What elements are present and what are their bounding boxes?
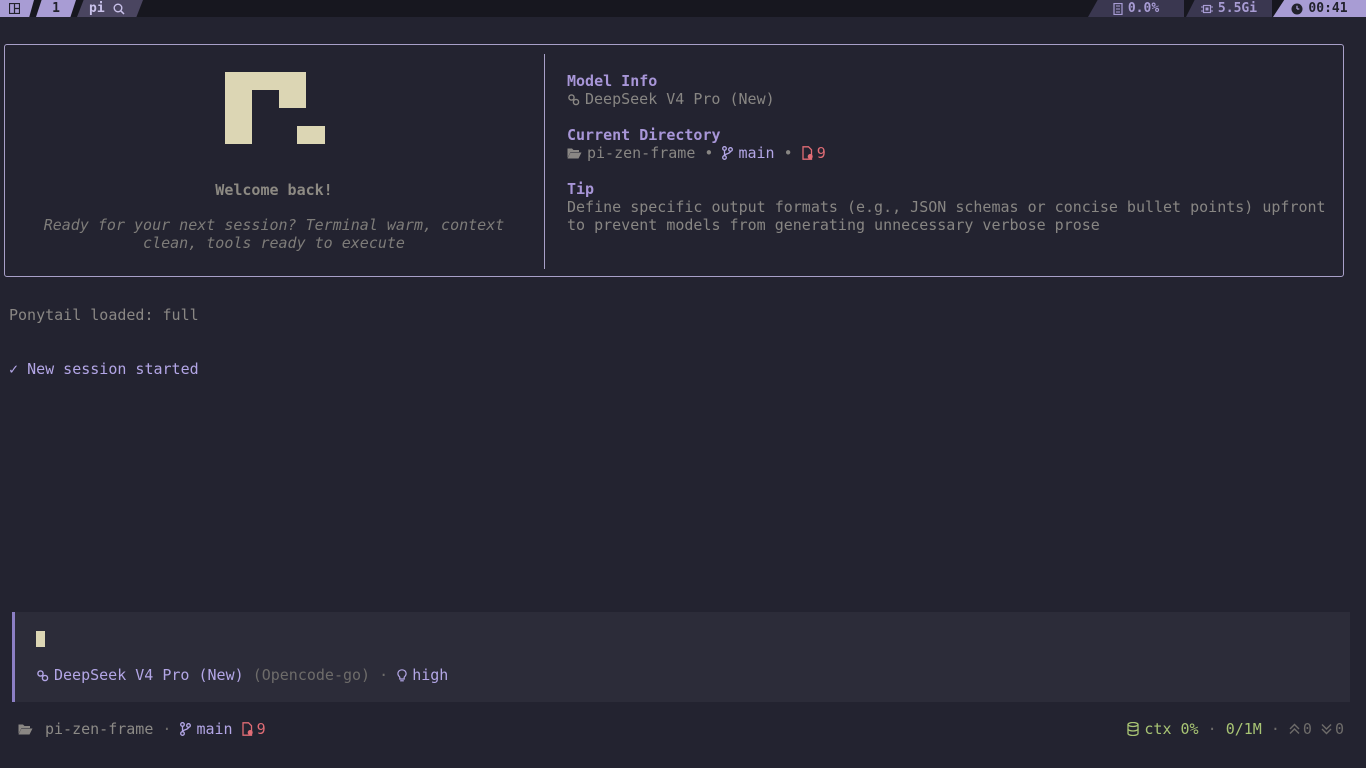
current-directory-row: pi-zen-frame • main • 9	[567, 144, 1337, 162]
tip-heading: Tip	[567, 180, 595, 198]
up-count: 0	[1302, 720, 1312, 738]
tip-line-2: to prevent models from generating unnece…	[567, 216, 1100, 234]
input-model-line: DeepSeek V4 Pro (New) (Opencode-go) · hi…	[36, 666, 448, 684]
memory-value: 5.5Gi	[1217, 1, 1258, 16]
chevrons-up-icon	[1289, 723, 1300, 734]
search-icon	[113, 3, 125, 15]
memory-indicator: 5.5Gi	[1186, 0, 1272, 17]
chevrons-down-icon	[1321, 724, 1332, 735]
session-started-line: ✓ New session started	[9, 360, 199, 378]
tmux-status-bar: 1 pi 0.0% 5.5Gi 00:41	[0, 0, 1366, 17]
gears-icon	[37, 669, 49, 681]
pi-logo	[225, 72, 325, 144]
ctx-usage: ctx 0%	[1144, 720, 1199, 738]
database-icon	[1127, 722, 1140, 736]
window-index-tab[interactable]: 1	[36, 0, 76, 17]
git-branch-icon	[722, 146, 734, 160]
prompt-input[interactable]: DeepSeek V4 Pro (New) (Opencode-go) · hi…	[12, 612, 1350, 702]
footer-separator-3: ·	[1270, 720, 1280, 738]
cpu-value: 0.0%	[1127, 1, 1160, 16]
clock-icon	[1291, 3, 1303, 14]
footer-directory: pi-zen-frame	[45, 720, 154, 738]
gears-icon	[568, 93, 580, 105]
cpu-indicator: 0.0%	[1088, 0, 1184, 17]
model-info-heading: Model Info	[567, 72, 658, 90]
footer-right: ctx 0% · 0/1M · 0 0	[1127, 720, 1344, 738]
file-diff-icon	[241, 722, 253, 736]
lightbulb-icon	[397, 668, 407, 681]
footer-branch: main	[196, 720, 233, 738]
clock-value: 00:41	[1308, 1, 1348, 16]
current-directory-heading: Current Directory	[567, 126, 721, 144]
changes-count: 9	[816, 144, 826, 162]
dir-separator-1: •	[704, 144, 714, 162]
file-diff-icon	[802, 146, 813, 160]
thinking-level: high	[412, 666, 449, 684]
git-branch-icon	[180, 722, 192, 736]
session-started-text: New session started	[27, 360, 199, 378]
welcome-tagline: Ready for your next session? Terminal wa…	[25, 216, 523, 252]
clock-indicator: 00:41	[1273, 0, 1366, 17]
welcome-title: Welcome back!	[215, 181, 333, 199]
dir-separator-2: •	[783, 144, 793, 162]
info-section: Model Info DeepSeek V4 Pro (New) Current…	[567, 72, 1337, 234]
input-model-name: DeepSeek V4 Pro (New)	[54, 666, 244, 684]
tip-line-1: Define specific output formats (e.g., JS…	[567, 198, 1326, 216]
footer-left: pi-zen-frame · main 9	[18, 720, 266, 738]
folder-open-icon	[567, 148, 582, 159]
folder-open-icon	[18, 724, 33, 735]
input-separator: ·	[379, 666, 389, 684]
ponytail-status: Ponytail loaded: full	[9, 306, 199, 324]
token-usage: 0/1M	[1225, 720, 1262, 738]
tagline-line-1: Ready for your next session? Terminal wa…	[43, 216, 505, 234]
directory-name: pi-zen-frame	[587, 144, 696, 162]
check-icon: ✓	[9, 360, 19, 378]
footer-separator: ·	[162, 720, 172, 738]
model-info-row: DeepSeek V4 Pro (New)	[567, 90, 1337, 108]
down-count: 0	[1334, 720, 1344, 738]
panel-divider	[544, 54, 545, 269]
window-name: pi	[89, 1, 105, 16]
welcome-panel: Welcome back! Ready for your next sessio…	[4, 44, 1344, 277]
layout-toggle[interactable]	[0, 0, 34, 17]
chip-icon	[1200, 4, 1213, 13]
window-name-tab[interactable]: pi	[77, 0, 143, 17]
window-index: 1	[52, 1, 60, 16]
cpu-icon	[1113, 2, 1123, 15]
layout-icon	[9, 3, 20, 14]
footer-separator-2: ·	[1207, 720, 1217, 738]
input-provider: (Opencode-go)	[252, 666, 371, 684]
model-name: DeepSeek V4 Pro (New)	[585, 90, 775, 108]
text-cursor	[36, 631, 45, 647]
branch-name: main	[738, 144, 775, 162]
tagline-line-2: clean, tools ready to execute	[143, 234, 405, 252]
footer-changes: 9	[256, 720, 266, 738]
